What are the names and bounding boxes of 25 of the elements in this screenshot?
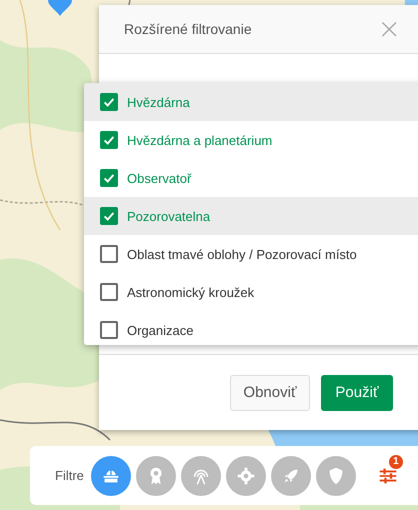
option-label: Pozorovatelna (127, 208, 210, 224)
checkbox[interactable] (100, 245, 118, 263)
option-label: Astronomický kroužek (127, 284, 254, 300)
option-label: Organizace (127, 322, 194, 338)
option-label: Hvězdárna a planetárium (127, 132, 272, 148)
option-label: Hvězdárna (127, 94, 190, 110)
close-button[interactable]: × (376, 17, 403, 41)
filter-label: Filtre (55, 468, 84, 483)
checkbox[interactable] (100, 283, 118, 301)
option-label: Oblast tmavé oblohy / Pozorovací místo (127, 246, 357, 262)
checkbox[interactable] (100, 93, 118, 111)
checkbox[interactable] (100, 131, 118, 149)
checkbox[interactable] (100, 321, 118, 339)
observatory-filter-button[interactable] (90, 456, 131, 496)
list-item[interactable]: Hvězdárna (84, 83, 418, 121)
checkbox[interactable] (100, 169, 118, 187)
list-item[interactable]: Organizace (84, 311, 418, 345)
option-label: Observatoř (127, 170, 192, 186)
dialog-title: Rozšírené filtrovanie (124, 21, 252, 37)
apply-button[interactable]: Použiť (321, 374, 393, 410)
count-badge: 1 (388, 454, 403, 468)
reset-button[interactable]: Obnoviť (230, 374, 310, 410)
checkbox[interactable] (100, 207, 118, 225)
map-marker-icon[interactable] (48, 0, 72, 16)
list-item[interactable]: Pozorovatelna (84, 197, 418, 235)
